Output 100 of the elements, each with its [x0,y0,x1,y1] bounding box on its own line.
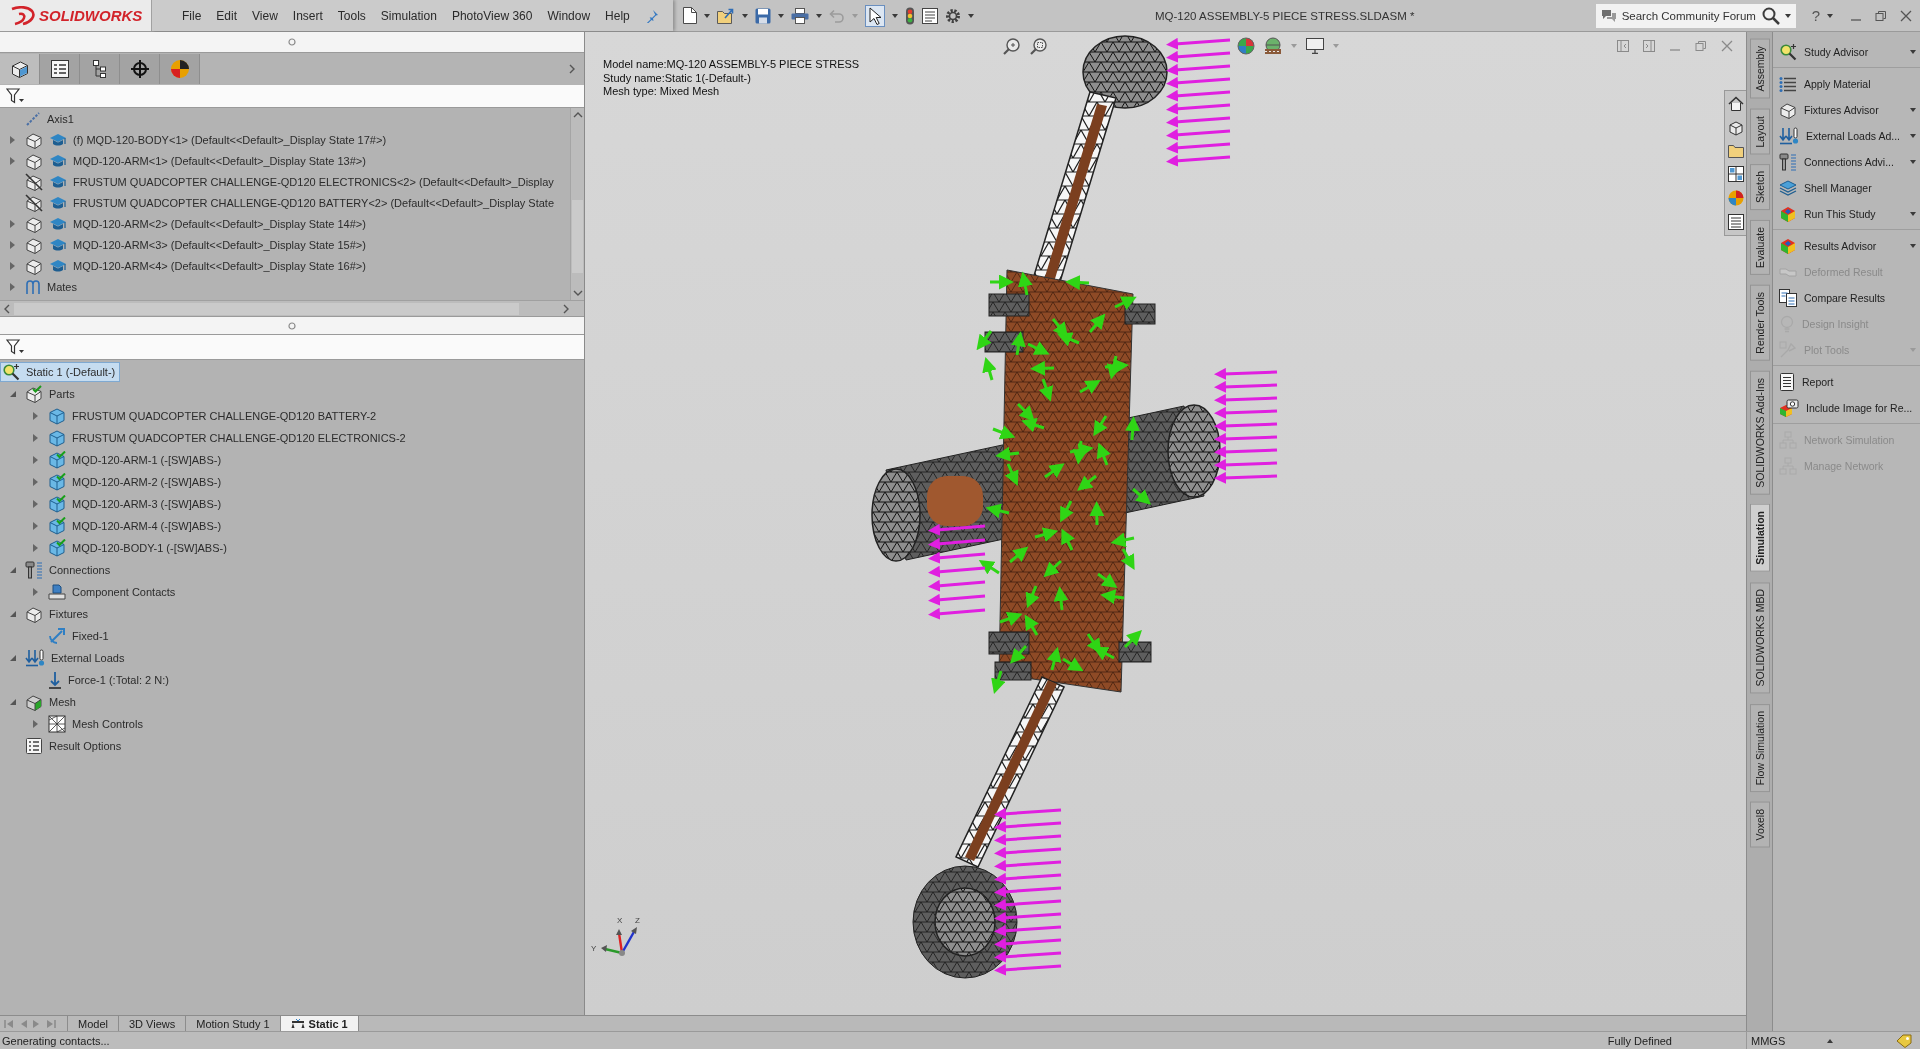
command-button[interactable]: Report [1773,369,1920,395]
caret-down-icon[interactable] [891,13,898,18]
tree-item[interactable]: MQD-120-ARM<3> (Default<<Default>_Display State 15#>) [21,234,371,255]
tree-item[interactable]: Axis1 [21,108,79,129]
caret-down-icon[interactable] [1910,212,1916,216]
chevron-right-icon[interactable] [563,303,569,314]
tree-item[interactable]: Connections [21,560,116,580]
document-tab[interactable]: Static 1 [280,1016,359,1031]
panel-icon[interactable] [1617,40,1629,52]
tree-item[interactable]: Component Contacts [44,582,181,602]
panel-tab[interactable] [40,54,80,84]
tree-item[interactable]: FRUSTUM QUADCOPTER CHALLENGE-QD120 ELECTRONICS<2> (Default<<Default>_Display [21,171,559,192]
grid-icon[interactable] [1727,166,1744,182]
pin-icon[interactable] [644,8,659,23]
caret-down-icon[interactable] [1827,13,1833,18]
vertical-scrollbar[interactable] [570,108,584,300]
menu-item[interactable]: Simulation [380,8,437,23]
command-button[interactable]: Compare Results [1773,285,1920,311]
tab[interactable]: SOLIDWORKS Add-Ins [1749,370,1770,495]
tree-item[interactable]: Parts [21,384,80,404]
horizontal-scrollbar[interactable] [0,300,584,316]
chevron-right-icon[interactable] [569,64,575,74]
panel-tab[interactable] [120,54,160,84]
splitter-handle-icon[interactable] [288,38,296,46]
caret-down-icon[interactable] [1910,244,1916,248]
traffic-light-icon[interactable] [904,6,915,25]
caret-right-icon[interactable] [9,156,15,165]
tree-item[interactable]: FRUSTUM QUADCOPTER CHALLENGE-QD120 BATTERY-2 [44,406,382,426]
caret-right-icon[interactable] [9,240,15,249]
splitter-handle-icon[interactable] [288,321,296,330]
tree-item[interactable]: Fixed-1 [44,626,114,646]
menu-item[interactable]: Help [605,8,630,23]
close-icon[interactable] [1721,40,1733,52]
tab[interactable]: Sketch [1749,164,1770,211]
printer-icon[interactable] [790,7,809,24]
help-button[interactable]: ? [1809,7,1822,24]
panel-tab[interactable] [0,54,40,84]
menu-item[interactable]: PhotoView 360 [451,8,533,23]
panel-tab[interactable] [80,54,120,84]
scene-sphere-icon[interactable] [1264,37,1282,55]
tree-item[interactable]: Result Options [21,736,127,756]
command-button[interactable]: Connections Advi... [1773,149,1920,175]
tree-item[interactable]: Mates [21,276,82,297]
tab[interactable]: Flow Simulation [1749,703,1770,792]
menu-item[interactable]: Window [547,8,591,23]
restore-icon[interactable] [1875,9,1887,22]
close-icon[interactable] [1900,9,1912,22]
tree-item[interactable]: (f) MQD-120-BODY<1> (Default<<Default>_Display State 17#>) [21,129,392,150]
tab[interactable]: SOLIDWORKS MBD [1749,582,1770,694]
search-icon[interactable] [1761,6,1780,25]
tree-item[interactable]: MQD-120-ARM-3 (-[SW]ABS-) [44,494,227,514]
scrollbar-thumb[interactable] [572,200,583,273]
menu-item[interactable]: File [182,8,202,23]
chevron-left-icon[interactable] [4,303,10,314]
command-button[interactable]: External Loads Ad... [1773,123,1920,149]
units-selector[interactable]: MMGS [1751,1034,1786,1047]
caret-down-icon[interactable] [967,13,974,18]
caret-right-icon[interactable] [9,261,15,270]
tree-item[interactable]: MQD-120-ARM-1 (-[SW]ABS-) [44,450,227,470]
caret-right-icon[interactable] [32,544,38,552]
caret-right-icon[interactable] [32,478,38,486]
caret-right-icon[interactable] [32,720,38,728]
panel-icon[interactable] [1643,40,1655,52]
tree-item[interactable]: MQD-120-ARM-4 (-[SW]ABS-) [44,516,227,536]
caret-down-icon[interactable] [741,13,748,18]
filter-field[interactable] [0,85,584,108]
tree-item[interactable]: Static 1 (-Default-) [0,362,121,382]
caret-right-icon[interactable] [32,500,38,508]
chevron-down-icon[interactable] [572,290,583,296]
caret-down-icon[interactable] [777,13,784,18]
list-icon[interactable] [1727,214,1744,230]
command-button[interactable]: Shell Manager [1773,175,1920,201]
command-button[interactable]: Fixtures Advisor [1773,97,1920,123]
caret-down-icon[interactable] [815,13,822,18]
command-button[interactable]: Include Image for Re... [1773,395,1920,421]
open-folder-icon[interactable] [716,7,735,24]
caret-down-icon[interactable] [1784,13,1791,18]
command-button[interactable]: Results Advisor [1773,233,1920,259]
settings-icon[interactable] [944,7,961,24]
filter-icon[interactable] [6,88,24,104]
tree-item[interactable]: MQD-120-ARM<4> (Default<<Default>_Display State 16#>) [21,255,371,276]
tree-item[interactable]: MQD-120-ARM-2 (-[SW]ABS-) [44,472,227,492]
caret-right-icon[interactable] [32,434,38,442]
menu-item[interactable]: Insert [292,8,323,23]
tree-item[interactable]: FRUSTUM QUADCOPTER CHALLENGE-QD120 ELECTRONICS-2 [44,428,411,448]
caret-right-icon[interactable] [9,135,15,144]
command-button[interactable]: Apply Material [1773,71,1920,97]
caret-down-icon[interactable] [703,13,710,18]
cube-icon[interactable] [1727,120,1744,136]
caret-down-icon[interactable] [1910,160,1916,164]
caret-right-icon[interactable] [9,282,15,291]
caret-right-icon[interactable] [32,412,38,420]
caret-down-icon[interactable] [1910,134,1916,138]
monitor-icon[interactable] [1306,38,1324,54]
home-icon[interactable] [1727,96,1744,112]
caret-right-icon[interactable] [32,456,38,464]
caret-right-icon[interactable] [32,522,38,530]
list-icon[interactable] [921,7,938,24]
folder-icon[interactable] [1727,144,1744,158]
tree-item[interactable]: Fixtures [21,604,94,624]
